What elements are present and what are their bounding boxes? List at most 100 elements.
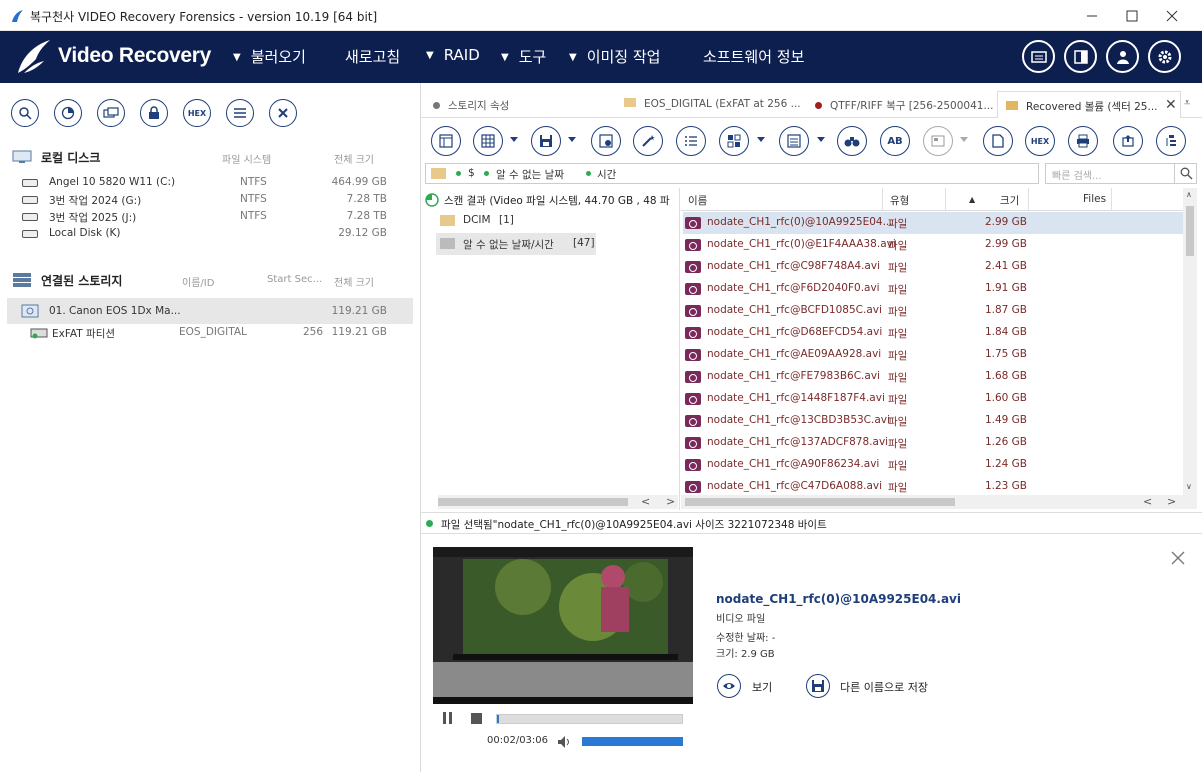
volume-icon[interactable] <box>557 735 573 749</box>
col-name[interactable]: 이름 <box>688 193 707 208</box>
scroll-down-icon[interactable]: ∨ <box>1186 482 1192 491</box>
hex-button[interactable]: HEX <box>1025 126 1055 156</box>
file-row[interactable]: nodate_CH1_rfc@FE7983B6C.avi 파일 1.68 GB <box>683 366 1183 388</box>
maximize-button[interactable] <box>1112 0 1152 31</box>
preview-panel-button[interactable] <box>923 126 953 156</box>
volume-slider[interactable] <box>582 737 683 746</box>
search-button[interactable] <box>11 99 39 127</box>
col-files[interactable]: Files <box>1083 193 1106 205</box>
path-segment[interactable]: $ <box>468 167 475 179</box>
quick-search-input[interactable]: 빠른 검색... <box>1045 163 1197 184</box>
print-button[interactable] <box>1068 126 1098 156</box>
columns-button[interactable] <box>431 126 461 156</box>
save-to-folder-button[interactable] <box>591 126 621 156</box>
tab-eos-digital[interactable]: EOS_DIGITAL (ExFAT at 256 ... <box>624 91 809 118</box>
chevron-down-icon[interactable] <box>510 137 518 142</box>
file-list-horizontal-scrollbar[interactable]: < > <box>681 495 1197 509</box>
scan-result-root[interactable]: 스캔 결과 (Video 파일 시스템, 44.70 GB , 48 파 <box>444 193 678 208</box>
file-row[interactable]: nodate_CH1_rfc@F6D2040F0.avi 파일 1.91 GB <box>683 278 1183 300</box>
window-title: 복구천사 VIDEO Recovery Forensics - version … <box>30 10 378 24</box>
col-size[interactable]: 크기 <box>1000 193 1019 208</box>
tab-close-icon[interactable]: ✕ <box>1165 97 1177 113</box>
path-segment[interactable]: 알 수 없는 날짜 <box>496 167 564 182</box>
settings-button[interactable] <box>1148 40 1181 73</box>
file-list: 이름 유형 ▲ 크기 Files nodate_CH1_rfc(0)@10A99… <box>681 188 1197 510</box>
document-button[interactable] <box>983 126 1013 156</box>
account-button[interactable] <box>1106 40 1139 73</box>
video-thumbnail[interactable] <box>433 547 693 704</box>
preview-size: 크기: 2.9 GB <box>716 649 775 660</box>
view-button[interactable]: 보기 <box>717 674 787 700</box>
chevron-down-icon[interactable] <box>960 137 968 142</box>
tab-qtff-riff[interactable]: QTFF/RIFF 복구 [256-2500041... <box>815 91 997 118</box>
chevron-down-icon[interactable] <box>757 137 765 142</box>
menu-load[interactable]: ▼ 불러오기 <box>233 46 306 67</box>
search-submit-button[interactable] <box>1174 164 1197 183</box>
checklist-button[interactable] <box>676 126 706 156</box>
preview-modified: 수정한 날짜: - <box>716 633 776 644</box>
file-row[interactable]: nodate_CH1_rfc@C98F748A4.avi 파일 2.41 GB <box>683 256 1183 278</box>
clone-disk-button[interactable] <box>97 99 125 127</box>
path-segment[interactable]: 시간 <box>597 167 616 182</box>
storage-device-row[interactable]: 01. Canon EOS 1Dx Ma... 119.21 GB <box>7 298 413 324</box>
properties-button[interactable] <box>1156 126 1186 156</box>
panel-layout-button[interactable] <box>1064 40 1097 73</box>
scroll-up-icon[interactable]: ∧ <box>1186 190 1192 199</box>
tree-item-unknown-date[interactable]: 알 수 없는 날짜/시간 [47] <box>436 233 596 255</box>
scrollbar-thumb[interactable] <box>1186 206 1194 256</box>
file-row[interactable]: nodate_CH1_rfc@137ADCF878.avi 파일 1.26 GB <box>683 432 1183 454</box>
file-row[interactable]: nodate_CH1_rfc(0)@E1F4AAA38.avi 파일 2.99 GB <box>683 234 1183 256</box>
pie-chart-icon <box>61 106 75 120</box>
thumbnail-view-button[interactable] <box>719 126 749 156</box>
scroll-left-icon[interactable]: < <box>641 495 650 508</box>
grid-view-button[interactable] <box>473 126 503 156</box>
lock-button[interactable] <box>140 99 168 127</box>
file-row[interactable]: nodate_CH1_rfc@BCFD1085C.avi 파일 1.87 GB <box>683 300 1183 322</box>
stop-button[interactable] <box>470 712 483 725</box>
file-row[interactable]: nodate_CH1_rfc@AE09AA928.avi 파일 1.75 GB <box>683 344 1183 366</box>
scrollbar-thumb[interactable] <box>685 498 955 506</box>
export-button[interactable] <box>1113 126 1143 156</box>
close-preview-icon[interactable] <box>1171 551 1185 565</box>
save-button[interactable] <box>531 126 561 156</box>
seek-bar[interactable] <box>496 714 683 724</box>
rename-button[interactable]: AB <box>880 126 910 156</box>
file-row[interactable]: nodate_CH1_rfc@A90F86234.avi 파일 1.24 GB <box>683 454 1183 476</box>
tree-horizontal-scrollbar[interactable]: < > <box>438 495 678 509</box>
menu-refresh[interactable]: 새로고침 <box>345 46 400 67</box>
file-row[interactable]: nodate_CH1_rfc@D68EFCD54.avi 파일 1.84 GB <box>683 322 1183 344</box>
details-view-button[interactable] <box>779 126 809 156</box>
messages-button[interactable] <box>1022 40 1055 73</box>
video-file-icon <box>685 261 701 273</box>
list-view-button[interactable] <box>226 99 254 127</box>
scroll-right-icon[interactable]: > <box>666 495 675 508</box>
file-list-vertical-scrollbar[interactable]: ∧ ∨ <box>1183 188 1197 495</box>
menu-tools[interactable]: ▼ 도구 <box>501 46 546 67</box>
find-button[interactable] <box>837 126 867 156</box>
menu-raid[interactable]: ▼ RAID <box>426 46 480 64</box>
file-row[interactable]: nodate_CH1_rfc(0)@10A9925E04... 파일 2.99 GB <box>683 212 1183 234</box>
hex-view-button[interactable]: HEX <box>183 99 211 127</box>
pause-button[interactable] <box>441 711 455 725</box>
chevron-down-icon[interactable] <box>817 137 825 142</box>
close-panel-button[interactable] <box>269 99 297 127</box>
disk-map-button[interactable] <box>54 99 82 127</box>
file-row[interactable]: nodate_CH1_rfc@1448F187F4.avi 파일 1.60 GB <box>683 388 1183 410</box>
tab-storage-properties[interactable]: 스토리지 속성 <box>433 91 619 118</box>
close-window-button[interactable] <box>1152 0 1192 31</box>
tab-overflow-icon[interactable]: ⩡ <box>1184 96 1190 110</box>
wizard-button[interactable] <box>633 126 663 156</box>
menu-about[interactable]: 소프트웨어 정보 <box>703 46 804 67</box>
file-size: 1.24 GB <box>984 458 1027 470</box>
path-bar[interactable]: $ 알 수 없는 날짜 시간 <box>425 163 1039 184</box>
tab-recovered-volume[interactable]: Recovered 볼륨 (섹터 25... ✕ <box>997 91 1181 118</box>
col-type[interactable]: 유형 <box>890 193 909 208</box>
file-row[interactable]: nodate_CH1_rfc@13CBD3B53C.avi 파일 1.49 GB <box>683 410 1183 432</box>
minimize-button[interactable] <box>1072 0 1112 31</box>
menu-imaging[interactable]: ▼ 이미징 작업 <box>569 46 660 67</box>
scroll-right-icon[interactable]: > <box>1167 495 1176 508</box>
chevron-down-icon[interactable] <box>568 137 576 142</box>
scrollbar-thumb[interactable] <box>438 498 628 506</box>
scroll-left-icon[interactable]: < <box>1143 495 1152 508</box>
save-as-button[interactable]: 다른 이름으로 저장 <box>806 674 966 700</box>
